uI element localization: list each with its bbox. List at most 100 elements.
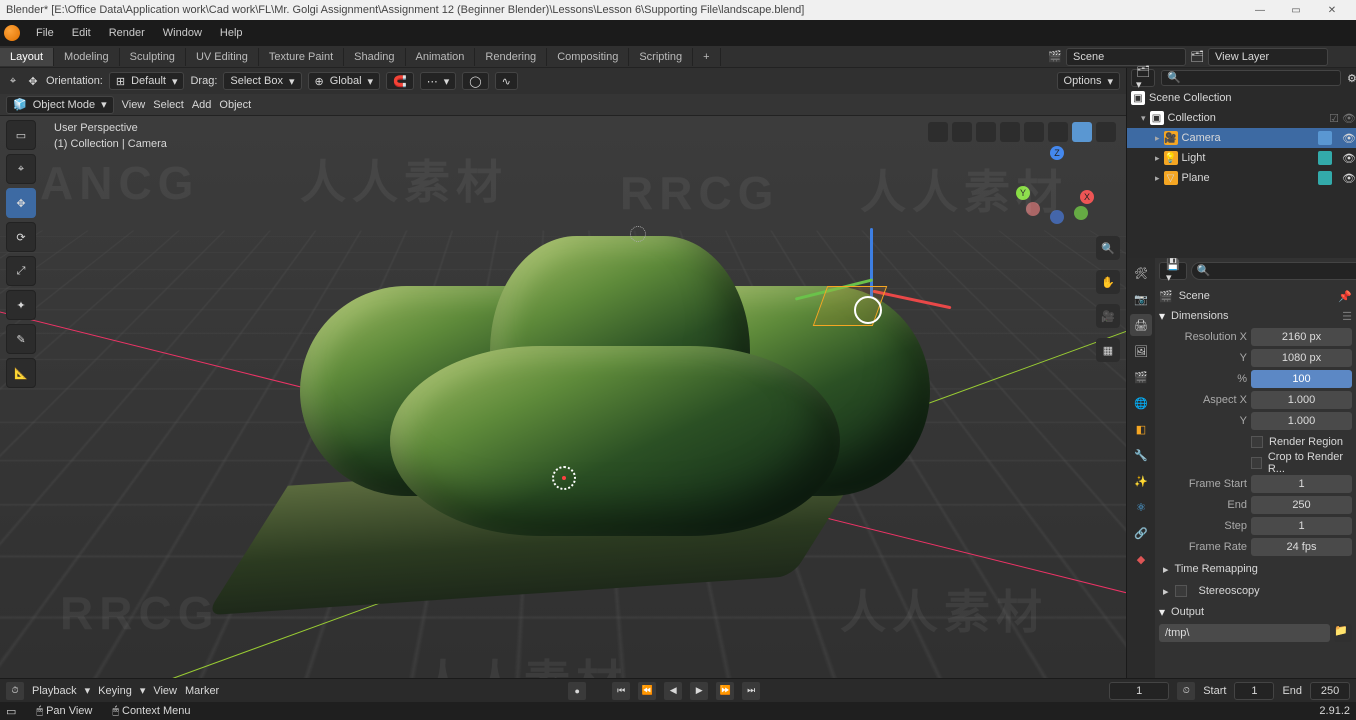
shading-rendered[interactable] (1096, 122, 1116, 142)
panel-menu-icon[interactable]: ☰ (1342, 310, 1352, 323)
current-frame-field[interactable]: 1 (1109, 682, 1169, 700)
tab-scripting[interactable]: Scripting (629, 48, 693, 66)
snap-toggle[interactable]: 🧲 (386, 72, 414, 90)
frame-start-field[interactable]: 1 (1251, 475, 1352, 493)
nav-negy-icon[interactable] (1074, 206, 1088, 220)
nav-negx-icon[interactable] (1026, 202, 1040, 216)
tab-modeling[interactable]: Modeling (54, 48, 120, 66)
tab-rendering[interactable]: Rendering (475, 48, 547, 66)
ptab-constraints[interactable]: 🔗 (1130, 522, 1152, 544)
tab-layout[interactable]: Layout (0, 48, 54, 66)
tool-measure[interactable]: 📐 (6, 358, 36, 388)
tab-animation[interactable]: Animation (406, 48, 476, 66)
play-fwd[interactable]: ▶ (690, 682, 708, 700)
output-header[interactable]: ▾ Output (1159, 602, 1352, 622)
shading-material[interactable] (1072, 122, 1092, 142)
maximize-button[interactable]: ▭ (1278, 0, 1314, 20)
ptab-tool[interactable]: 🛠 (1130, 262, 1152, 284)
stereoscopy-header[interactable]: ▸ Stereoscopy (1159, 580, 1352, 602)
key-prev[interactable]: ⏪ (638, 682, 656, 700)
resx-field[interactable]: 2160 px (1251, 328, 1352, 346)
ptab-data[interactable]: ◆ (1130, 548, 1152, 570)
cursor-tool-icon[interactable]: ⌖ (6, 74, 20, 88)
tl-view[interactable]: View (153, 685, 177, 697)
navigation-gizmo[interactable]: X Y Z (1016, 146, 1096, 226)
chk-render-region[interactable] (1251, 436, 1263, 448)
autokey-toggle[interactable]: ● (568, 682, 586, 700)
outliner-search[interactable] (1161, 70, 1341, 86)
scene-browse-icon[interactable]: 🎬 (1048, 50, 1062, 64)
nav-negz-icon[interactable] (1050, 210, 1064, 224)
end-frame-field[interactable]: 250 (1310, 682, 1350, 700)
xray-toggle[interactable] (1000, 122, 1020, 142)
menu-object[interactable]: Object (219, 99, 251, 111)
shading-wireframe[interactable] (1024, 122, 1044, 142)
tab-compositing[interactable]: Compositing (547, 48, 629, 66)
ptab-scene[interactable]: 🎬 (1130, 366, 1152, 388)
snap-target-dropdown[interactable]: ⋯▾ (420, 72, 457, 90)
transform-tool-icon[interactable]: ✥ (26, 74, 40, 88)
disclosure-icon[interactable]: ▾ (1141, 113, 1146, 124)
jump-end[interactable]: ⏭ (742, 682, 760, 700)
menu-window[interactable]: Window (155, 24, 210, 42)
frame-step-field[interactable]: 1 (1251, 517, 1352, 535)
tree-item-camera[interactable]: ▸ 🎥 Camera 👁 (1127, 128, 1356, 148)
pan-button[interactable]: ✋ (1096, 270, 1120, 294)
3d-viewport[interactable]: User Perspective (1) Collection | Camera… (0, 116, 1126, 678)
view-object-types[interactable] (928, 122, 948, 142)
ptab-physics[interactable]: ⚛ (1130, 496, 1152, 518)
tab-shading[interactable]: Shading (344, 48, 405, 66)
menu-help[interactable]: Help (212, 24, 251, 42)
ptab-modifier[interactable]: 🔧 (1130, 444, 1152, 466)
tab-add[interactable]: + (693, 48, 720, 66)
menu-edit[interactable]: Edit (64, 24, 99, 42)
output-path-field[interactable]: /tmp\ (1159, 624, 1330, 642)
proportional-edit-toggle[interactable]: ◯ (462, 72, 488, 90)
pin-icon[interactable]: 📌 (1338, 290, 1352, 303)
tool-scale[interactable]: ⤢ (6, 256, 36, 286)
ptab-world[interactable]: 🌐 (1130, 392, 1152, 414)
key-next[interactable]: ⏩ (716, 682, 734, 700)
nav-x-icon[interactable]: X (1080, 190, 1094, 204)
jump-start[interactable]: ⏮ (612, 682, 630, 700)
outliner-filter-icon[interactable]: ⚙ (1347, 71, 1356, 85)
preview-range-icon[interactable]: ⏲ (1177, 682, 1195, 700)
scene-selector[interactable]: Scene (1066, 48, 1186, 66)
light-widget[interactable] (630, 226, 646, 242)
ptab-viewlayer[interactable]: 🖼 (1130, 340, 1152, 362)
tool-rotate[interactable]: ⟳ (6, 222, 36, 252)
dimensions-header[interactable]: ▾ Dimensions☰ (1159, 306, 1352, 326)
minimize-button[interactable]: — (1242, 0, 1278, 20)
tab-texpaint[interactable]: Texture Paint (259, 48, 344, 66)
drag-dropdown[interactable]: Select Box▾ (223, 72, 301, 90)
mode-dropdown[interactable]: 🧊Object Mode▾ (6, 96, 114, 114)
tl-marker[interactable]: Marker (185, 685, 219, 697)
nav-y-icon[interactable]: Y (1016, 186, 1030, 200)
frame-end-field[interactable]: 250 (1251, 496, 1352, 514)
landscape-mesh[interactable] (200, 236, 900, 636)
transform-space-dropdown[interactable]: ⊕Global▾ (308, 72, 381, 90)
proportional-falloff[interactable]: ∿ (495, 72, 518, 90)
respct-field[interactable]: 100 (1251, 370, 1352, 388)
tool-select-box[interactable]: ▭ (6, 120, 36, 150)
gizmo-toggle[interactable] (952, 122, 972, 142)
ptab-render[interactable]: 📷 (1130, 288, 1152, 310)
menu-add[interactable]: Add (192, 99, 212, 111)
framerate-field[interactable]: 24 fps (1251, 538, 1352, 556)
tree-collection[interactable]: ▾ ▣ Collection ☑ 👁 (1127, 108, 1356, 128)
close-button[interactable]: ✕ (1314, 0, 1350, 20)
camera-view-button[interactable]: 🎥 (1096, 304, 1120, 328)
menu-file[interactable]: File (28, 24, 62, 42)
outliner-display-mode[interactable]: 🗂▾ (1131, 69, 1155, 87)
chk-stereoscopy[interactable] (1175, 585, 1187, 597)
tab-uvediting[interactable]: UV Editing (186, 48, 259, 66)
timeline-editor-icon[interactable]: ⏱ (6, 682, 24, 700)
time-remapping-header[interactable]: ▸ Time Remapping (1159, 558, 1352, 580)
tool-transform[interactable]: ✦ (6, 290, 36, 320)
tab-sculpting[interactable]: Sculpting (120, 48, 186, 66)
tree-item-plane[interactable]: ▸ ▽ Plane 👁 (1127, 168, 1356, 188)
disclosure-icon[interactable]: ▸ (1155, 153, 1160, 164)
tl-playback[interactable]: Playback (32, 685, 77, 697)
chk-crop-region[interactable] (1251, 457, 1262, 469)
start-frame-field[interactable]: 1 (1234, 682, 1274, 700)
